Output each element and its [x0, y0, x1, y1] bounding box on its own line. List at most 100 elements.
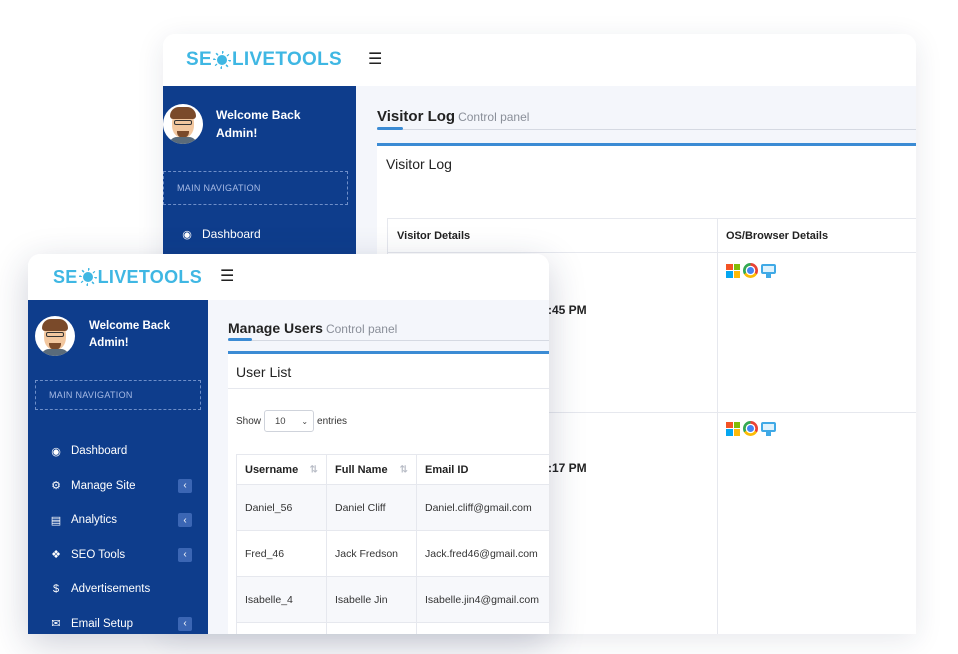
column-header-label: Email ID	[425, 463, 469, 476]
welcome-text: Welcome Back Admin!	[89, 318, 170, 352]
empty-cell	[236, 622, 327, 634]
nav-item-email-setup[interactable]: ✉ Email Setup ‹	[28, 607, 208, 635]
empty-cell	[416, 622, 549, 634]
divider	[377, 129, 916, 130]
page-title-text: Manage Users	[228, 320, 323, 336]
table-header-row: Username ⇅ Full Name ⇅ Email ID	[236, 454, 549, 485]
column-header-email[interactable]: Email ID	[416, 454, 549, 485]
entries-select[interactable]: 10 ⌄	[264, 410, 315, 432]
menu-toggle-icon[interactable]: ☰	[368, 52, 382, 68]
desktop-icon	[761, 263, 776, 278]
sort-icon[interactable]: ⇅	[400, 464, 408, 475]
entries-select-value: 10	[275, 415, 286, 427]
bar-chart-icon: ▤	[50, 514, 62, 527]
title-accent	[228, 338, 252, 341]
nav-item-analytics[interactable]: ▤ Analytics ‹	[28, 503, 208, 538]
table-row	[236, 622, 549, 634]
welcome-line: Welcome Back	[216, 108, 301, 122]
welcome-text: Welcome Back Admin!	[216, 106, 301, 142]
nav-item-dashboard[interactable]: ◉ Dashboard	[28, 434, 208, 469]
menu-toggle-icon[interactable]: ☰	[220, 269, 234, 285]
windows-icon	[726, 421, 740, 436]
divider	[228, 340, 549, 341]
user-panel: Welcome Back Admin!	[163, 86, 356, 144]
divider	[228, 388, 549, 389]
os-browser-icons	[726, 421, 916, 436]
page-subtitle: Control panel	[325, 322, 398, 336]
column-header-visitor-details[interactable]: Visitor Details	[387, 218, 718, 253]
sun-logo-icon	[79, 268, 97, 286]
dollar-icon: $	[52, 583, 60, 596]
username-label: Admin!	[216, 126, 258, 140]
empty-cell	[326, 622, 417, 634]
nav-header: MAIN NAVIGATION	[35, 380, 201, 410]
logo-bar: SE LIVETOOLS	[28, 254, 208, 300]
full-name-cell: Daniel Cliff	[326, 484, 417, 531]
top-bar: ☰	[208, 254, 549, 300]
windows-icon	[726, 263, 740, 278]
email-cell: Isabelle.jin4@gmail.com	[416, 576, 549, 623]
dashboard-icon: ◉	[51, 445, 61, 458]
username-cell: Fred_46	[236, 530, 327, 577]
user-panel: Welcome Back Admin!	[28, 300, 208, 356]
cube-icon: ❖	[51, 549, 61, 562]
box-title: Visitor Log	[386, 156, 452, 172]
cogs-icon: ⚙	[51, 480, 61, 493]
column-header-username[interactable]: Username ⇅	[236, 454, 327, 485]
logo[interactable]: SE LIVETOOLS	[186, 49, 342, 71]
nav-item-label: Dashboard	[71, 445, 128, 458]
avatar[interactable]	[163, 104, 203, 144]
nav-item-dashboard[interactable]: ◉ Dashboard	[180, 227, 356, 241]
nav-list: ◉ Dashboard ⚙ Manage Site ‹ ▤ Analytics …	[28, 434, 208, 634]
sidebar: Welcome Back Admin! MAIN NAVIGATION ◉ Da…	[28, 300, 208, 634]
logo-text-end: LIVETOOLS	[231, 49, 342, 70]
envelope-icon: ✉	[51, 618, 61, 631]
logo[interactable]: SE LIVETOOLS	[53, 267, 202, 288]
nav-header-label: MAIN NAVIGATION	[177, 183, 261, 193]
show-label: Show	[236, 415, 262, 427]
nav-item-advertisements[interactable]: $ Advertisements	[28, 572, 208, 607]
column-header-label: Full Name	[335, 463, 388, 476]
table-row[interactable]: Fred_46 Jack Fredson Jack.fred46@gmail.c…	[236, 530, 549, 577]
welcome-line: Welcome Back	[89, 320, 170, 332]
chevron-left-icon[interactable]: ‹	[178, 513, 192, 528]
desktop-icon	[761, 421, 776, 436]
full-name-cell: Isabelle Jin	[326, 576, 417, 623]
chrome-icon	[743, 421, 758, 436]
column-header-os-browser[interactable]: OS/Browser Details	[717, 218, 916, 253]
page-title: Visitor Log Control panel	[377, 108, 529, 125]
sun-logo-icon	[213, 51, 231, 69]
table-header-row: Visitor Details OS/Browser Details	[387, 218, 916, 253]
chevron-down-icon: ⌄	[301, 416, 309, 426]
page-title: Manage Users Control panel	[228, 320, 397, 336]
full-name-cell: Jack Fredson	[326, 530, 417, 577]
top-bar: ☰	[356, 34, 916, 86]
visit-time: :45 PM	[548, 303, 587, 317]
avatar[interactable]	[35, 316, 75, 356]
table-row[interactable]: Isabelle_4 Isabelle Jin Isabelle.jin4@gm…	[236, 576, 549, 623]
email-cell: Daniel.cliff@gmail.com	[416, 484, 549, 531]
nav-header-label: MAIN NAVIGATION	[49, 390, 133, 400]
chevron-left-icon[interactable]: ‹	[178, 478, 192, 493]
os-browser-cell	[717, 412, 916, 634]
username-cell: Isabelle_4	[236, 576, 327, 623]
dashboard-icon: ◉	[182, 228, 192, 241]
chevron-left-icon[interactable]: ‹	[178, 616, 192, 631]
sort-ascending-icon[interactable]: ⇅	[310, 464, 318, 475]
nav-item-label: Manage Site	[71, 479, 136, 492]
nav-header: MAIN NAVIGATION	[163, 171, 348, 205]
username-cell: Daniel_56	[236, 484, 327, 531]
manage-users-window: SE LIVETOOLS ☰ Welcome Back Admin! MAIN N…	[28, 254, 549, 634]
table-row[interactable]: Daniel_56 Daniel Cliff Daniel.cliff@gmai…	[236, 484, 549, 531]
nav-item-label: Email Setup	[71, 617, 134, 630]
column-header-label: Username	[245, 463, 299, 476]
nav-item-seo-tools[interactable]: ❖ SEO Tools ‹	[28, 538, 208, 573]
box-title: User List	[236, 364, 292, 380]
user-list-box: User List Show 10 ⌄ entries Username ⇅ F…	[228, 351, 549, 634]
nav-item-manage-site[interactable]: ⚙ Manage Site ‹	[28, 469, 208, 504]
logo-text-start: SE	[53, 266, 78, 287]
chevron-left-icon[interactable]: ‹	[178, 547, 192, 562]
main-content: Manage Users Control panel User List Show…	[208, 300, 549, 634]
column-header-full-name[interactable]: Full Name ⇅	[326, 454, 417, 485]
chrome-icon	[743, 263, 758, 278]
